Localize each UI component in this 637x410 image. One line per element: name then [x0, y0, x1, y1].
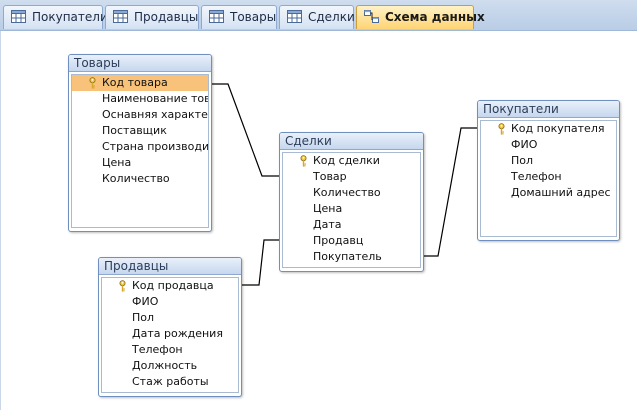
field-list: Код сделки Товар Количество Цена Дата Пр…	[282, 152, 421, 268]
field-label: Количество	[313, 186, 381, 199]
table-title[interactable]: Покупатели	[478, 101, 619, 118]
tab-label: Товары	[230, 10, 277, 24]
field-list-item[interactable]: Наименование това	[72, 91, 208, 107]
field-label: Оснавняя характер	[102, 108, 208, 121]
field-list-item[interactable]: Код сделки	[283, 153, 420, 169]
field-list-item[interactable]: Код товара	[72, 75, 208, 91]
primary-key-icon	[89, 77, 96, 89]
relationships-window: Покупатели Продавцы Товары Сделки Схема …	[0, 0, 637, 410]
primary-key-icon	[498, 123, 505, 135]
field-list-item[interactable]: Пол	[102, 310, 238, 326]
table-window-pokupateli[interactable]: Покупатели Код покупателя ФИО Пол Телефо…	[477, 100, 620, 241]
field-label: Количество	[102, 172, 170, 185]
table-title[interactable]: Товары	[69, 55, 211, 72]
table-window-prodavcy[interactable]: Продавцы Код продавца ФИО Пол Дата рожде…	[98, 257, 242, 397]
tab-skhema-dannykh[interactable]: Схема данных	[356, 5, 485, 29]
field-list-item[interactable]: Цена	[72, 155, 208, 171]
field-list-item[interactable]: Покупатель	[283, 249, 420, 265]
field-list-item[interactable]: Поставщик	[72, 123, 208, 139]
field-list-item[interactable]: Код покупателя	[481, 121, 616, 137]
field-label: Дата рождения	[132, 327, 223, 340]
tab-label: Покупатели	[32, 10, 108, 24]
field-list-item[interactable]: ФИО	[102, 294, 238, 310]
field-list: Код продавца ФИО Пол Дата рождения Телеф…	[101, 277, 239, 393]
field-label: Цена	[313, 202, 343, 215]
field-label: Пол	[511, 154, 534, 167]
field-label: Дата	[313, 218, 342, 231]
field-list-item[interactable]: Количество	[283, 185, 420, 201]
field-label: Страна производит	[102, 140, 208, 153]
field-list-item[interactable]: ФИО	[481, 137, 616, 153]
field-label: Поставщик	[102, 124, 167, 137]
table-title[interactable]: Продавцы	[99, 258, 241, 275]
field-label: ФИО	[132, 295, 159, 308]
table-icon	[113, 10, 128, 23]
tab-tovary[interactable]: Товары	[201, 5, 277, 29]
field-list-item[interactable]: Стаж работы	[102, 374, 238, 390]
field-list-item[interactable]: Дата рождения	[102, 326, 238, 342]
table-title[interactable]: Сделки	[280, 133, 423, 150]
table-window-sdelki[interactable]: Сделки Код сделки Товар Количество Цена …	[279, 132, 424, 272]
table-icon	[209, 10, 224, 23]
tab-sdelki[interactable]: Сделки	[279, 5, 355, 29]
field-label: Наименование това	[102, 92, 208, 105]
table-icon	[287, 10, 302, 23]
field-label: Стаж работы	[132, 375, 209, 388]
field-list: Код товара Наименование това Оснавняя ха…	[71, 74, 209, 228]
tab-pokupateli[interactable]: Покупатели	[3, 5, 108, 29]
table-icon	[11, 10, 26, 23]
field-label: Пол	[132, 311, 155, 324]
field-list-item[interactable]: Дата	[283, 217, 420, 233]
table-window-tovary[interactable]: Товары Код товара Наименование това Осна…	[68, 54, 212, 232]
field-label: Должность	[132, 359, 198, 372]
field-list-item[interactable]: Телефон	[481, 169, 616, 185]
field-label: Код сделки	[313, 154, 380, 167]
tab-prodavcy[interactable]: Продавцы	[105, 5, 199, 29]
field-label: Продавц	[313, 234, 364, 247]
field-label: Покупатель	[313, 250, 382, 263]
field-list-item[interactable]: Продавц	[283, 233, 420, 249]
field-list-item[interactable]: Код продавца	[102, 278, 238, 294]
document-tab-bar: Покупатели Продавцы Товары Сделки Схема …	[0, 0, 637, 31]
field-list-item[interactable]: Оснавняя характер	[72, 107, 208, 123]
primary-key-icon	[119, 280, 126, 292]
field-list-item[interactable]: Количество	[72, 171, 208, 187]
tab-label: Продавцы	[134, 10, 199, 24]
field-label: Товар	[313, 170, 347, 183]
field-label: Телефон	[132, 343, 183, 356]
field-label: Телефон	[511, 170, 562, 183]
primary-key-icon	[300, 155, 307, 167]
field-list-item[interactable]: Должность	[102, 358, 238, 374]
field-label: Код покупателя	[511, 122, 605, 135]
field-label: Домашний адрес	[511, 186, 611, 199]
field-label: Цена	[102, 156, 132, 169]
tab-label: Схема данных	[385, 10, 485, 24]
field-list-item[interactable]: Товар	[283, 169, 420, 185]
field-label: Код товара	[102, 76, 168, 89]
field-list-item[interactable]: Страна производит	[72, 139, 208, 155]
field-list-item[interactable]: Домашний адрес	[481, 185, 616, 201]
field-list-item[interactable]: Цена	[283, 201, 420, 217]
field-label: Код продавца	[132, 279, 214, 292]
field-list: Код покупателя ФИО Пол Телефон Домашний …	[480, 120, 617, 237]
field-list-item[interactable]: Пол	[481, 153, 616, 169]
field-label: ФИО	[511, 138, 538, 151]
relationships-icon	[364, 10, 379, 23]
tab-label: Сделки	[308, 10, 355, 24]
field-list-item[interactable]: Телефон	[102, 342, 238, 358]
